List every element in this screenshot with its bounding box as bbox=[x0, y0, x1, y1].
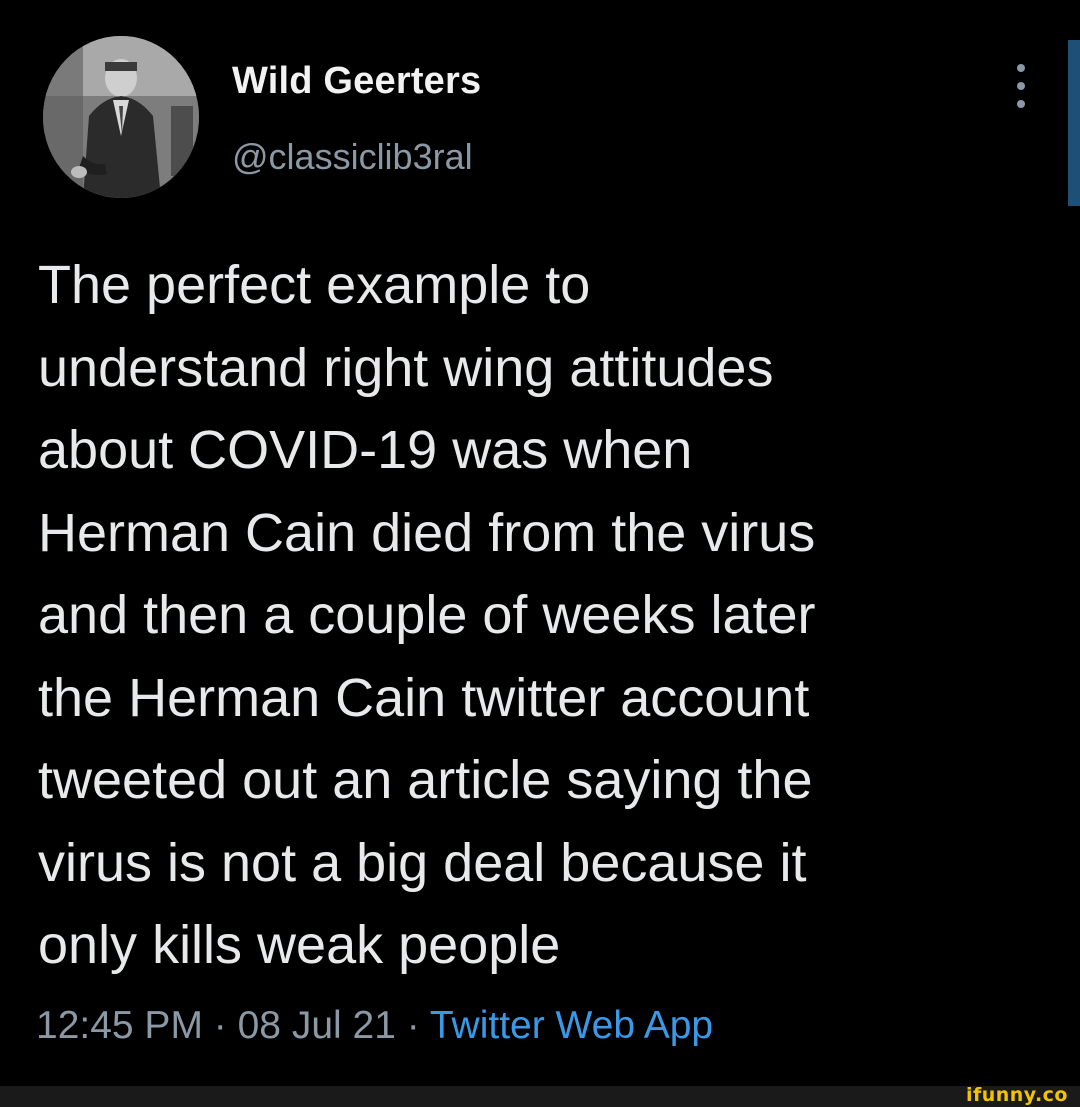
tweet-source-link[interactable]: Twitter Web App bbox=[430, 1004, 713, 1047]
author-display-name[interactable]: Wild Geerters bbox=[232, 60, 481, 103]
meta-separator: · bbox=[395, 1004, 430, 1047]
author-avatar[interactable] bbox=[43, 36, 199, 198]
avatar-photo-icon bbox=[43, 36, 199, 198]
more-vertical-icon[interactable] bbox=[1011, 64, 1031, 108]
more-dot bbox=[1017, 100, 1025, 108]
scrollbar[interactable] bbox=[1068, 40, 1080, 206]
meta-separator: · bbox=[202, 1004, 238, 1047]
more-dot bbox=[1017, 64, 1025, 72]
tweet-text: The perfect example to understand right … bbox=[38, 255, 816, 975]
watermark-strip bbox=[0, 1086, 1080, 1107]
tweet-time[interactable]: 12:45 PM bbox=[36, 1004, 203, 1047]
tweet-card: Wild Geerters @classiclib3ral The perfec… bbox=[0, 0, 1080, 1086]
ifunny-watermark-logo: ifunny.co bbox=[965, 1084, 1068, 1106]
tweet-meta: 12:45 PM · 08 Jul 21 · Twitter Web App bbox=[36, 1004, 713, 1048]
more-dot bbox=[1017, 82, 1025, 90]
author-handle[interactable]: @classiclib3ral bbox=[232, 136, 473, 178]
tweet-date[interactable]: 08 Jul 21 bbox=[238, 1004, 396, 1047]
